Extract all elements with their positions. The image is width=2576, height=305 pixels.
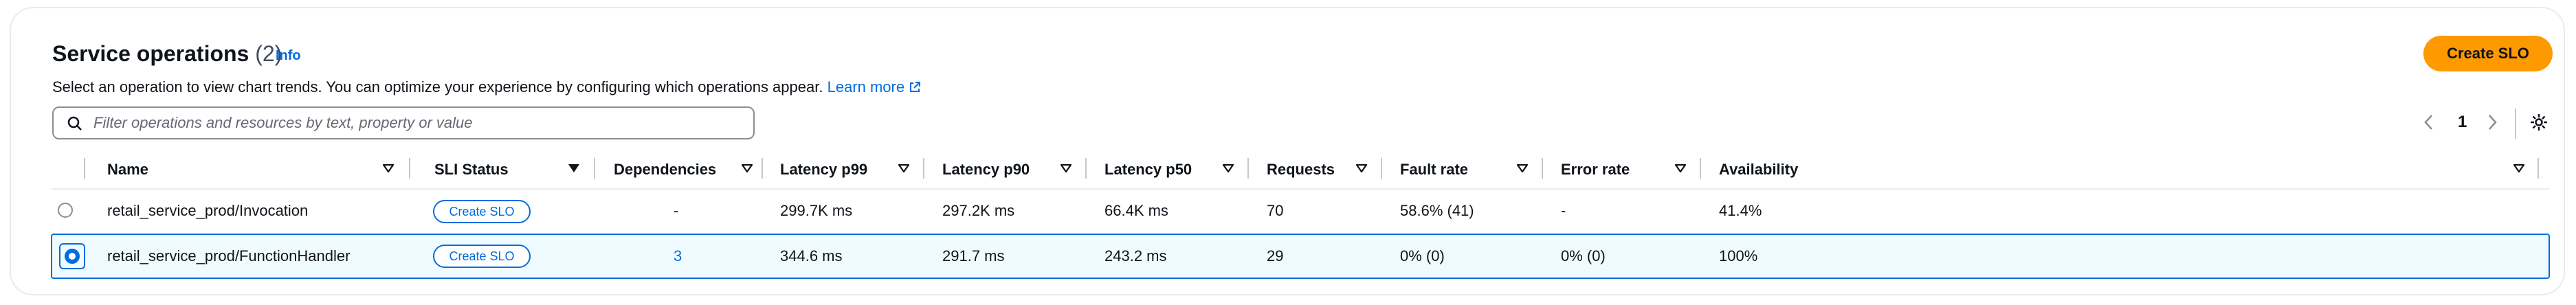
current-page[interactable]: 1 — [2458, 113, 2467, 132]
sort-icon[interactable] — [1674, 163, 1687, 173]
column-header-latency-p90[interactable]: Latency p90 — [942, 161, 1030, 179]
fault-rate-value: 58.6% (41) — [1400, 202, 1474, 219]
requests-value: 70 — [1267, 202, 1284, 219]
dependencies-value: - — [674, 202, 679, 219]
column-separator — [1542, 158, 1543, 179]
info-link[interactable]: Info — [276, 48, 301, 64]
availability-value: 41.4% — [1719, 202, 1762, 219]
column-header-latency-p99[interactable]: Latency p99 — [780, 161, 867, 179]
column-separator — [84, 158, 85, 179]
next-page-icon[interactable] — [2485, 113, 2499, 132]
column-header-sli-status[interactable]: SLI Status — [434, 161, 509, 179]
title-text: Service operations — [52, 41, 249, 66]
column-separator — [1700, 158, 1701, 179]
latency-p50-value: 243.2 ms — [1104, 247, 1167, 264]
column-header-latency-p50[interactable]: Latency p50 — [1104, 161, 1192, 179]
column-separator — [923, 158, 924, 179]
column-separator — [1381, 158, 1382, 179]
pagination-divider — [2515, 109, 2516, 139]
page-title: Service operations (2) — [52, 41, 282, 67]
column-separator — [1085, 158, 1087, 179]
create-slo-row-button[interactable]: Create SLO — [433, 200, 531, 223]
error-rate-value: 0% (0) — [1561, 247, 1606, 264]
dependencies-link[interactable]: 3 — [674, 247, 682, 265]
column-header-error-rate[interactable]: Error rate — [1561, 161, 1630, 179]
row-select-radio-checked[interactable] — [65, 249, 80, 264]
service-operations-panel: Service operations (2) Info Select an op… — [10, 7, 2565, 295]
create-slo-row-button[interactable]: Create SLO — [433, 245, 531, 268]
table-row-selected[interactable] — [51, 234, 2550, 279]
fault-rate-value: 0% (0) — [1400, 247, 1445, 264]
column-header-availability[interactable]: Availability — [1719, 161, 1798, 179]
learn-more-label: Learn more — [827, 78, 905, 95]
search-icon — [67, 116, 82, 131]
description: Select an operation to view chart trends… — [52, 78, 921, 96]
availability-value: 100% — [1719, 247, 1758, 264]
column-separator — [762, 158, 763, 179]
sort-icon[interactable] — [1516, 163, 1529, 173]
external-link-icon — [910, 82, 921, 92]
sort-icon[interactable] — [741, 163, 753, 173]
latency-p99-value: 344.6 ms — [780, 247, 843, 264]
column-separator — [409, 158, 410, 179]
operation-name[interactable]: retail_service_prod/FunctionHandler — [107, 247, 350, 265]
column-separator — [594, 158, 595, 179]
learn-more-link[interactable]: Learn more — [828, 78, 922, 95]
column-separator — [1247, 158, 1249, 179]
operation-name[interactable]: retail_service_prod/Invocation — [107, 202, 308, 220]
latency-p90-value: 297.2K ms — [942, 202, 1015, 219]
latency-p90-value: 291.7 ms — [942, 247, 1005, 264]
column-header-requests[interactable]: Requests — [1267, 161, 1335, 179]
filter-field[interactable] — [52, 106, 755, 139]
previous-page-icon[interactable] — [2422, 113, 2436, 132]
column-header-fault-rate[interactable]: Fault rate — [1400, 161, 1468, 179]
latency-p50-value: 66.4K ms — [1104, 202, 1168, 219]
sort-descending-icon[interactable] — [568, 163, 580, 173]
column-separator — [2538, 158, 2539, 179]
filter-input[interactable] — [93, 112, 740, 134]
latency-p99-value: 299.7K ms — [780, 202, 853, 219]
requests-value: 29 — [1267, 247, 1284, 264]
description-text: Select an operation to view chart trends… — [52, 78, 823, 95]
column-header-dependencies[interactable]: Dependencies — [614, 161, 716, 179]
create-slo-button[interactable]: Create SLO — [2423, 36, 2553, 71]
sort-icon[interactable] — [1222, 163, 1234, 173]
sort-icon[interactable] — [1060, 163, 1072, 173]
sort-icon[interactable] — [382, 163, 395, 173]
sort-icon[interactable] — [1355, 163, 1368, 173]
sort-icon[interactable] — [898, 163, 910, 173]
error-rate-value: - — [1561, 202, 1566, 219]
column-header-name[interactable]: Name — [107, 161, 148, 179]
row-select-radio[interactable] — [58, 203, 73, 218]
gear-icon[interactable] — [2529, 113, 2549, 132]
sort-icon[interactable] — [2513, 163, 2525, 173]
